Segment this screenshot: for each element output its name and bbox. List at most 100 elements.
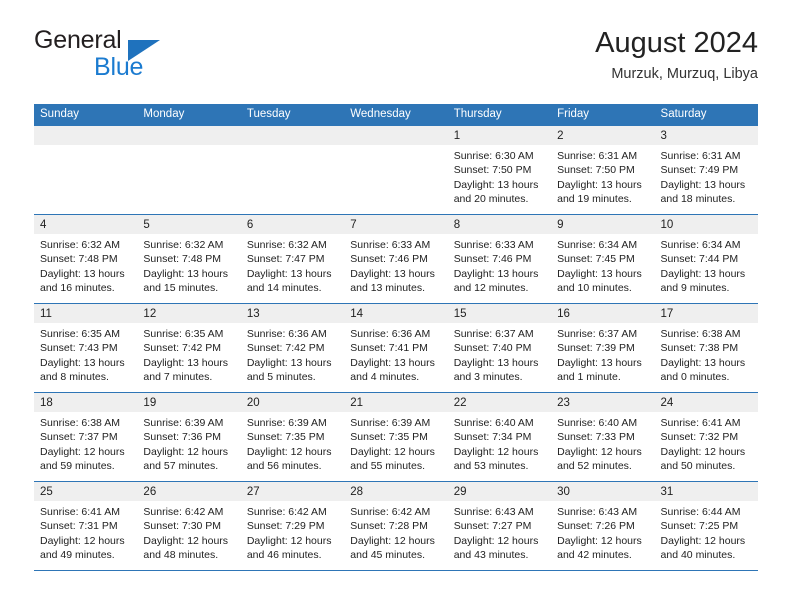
daylight-text-line1: Daylight: 13 hours <box>453 178 539 191</box>
calendar-week-row: 1 Sunrise: 6:30 AM Sunset: 7:50 PM Dayli… <box>34 125 758 214</box>
daylight-text-line2: and 19 minutes. <box>557 193 632 206</box>
day-details: Sunrise: 6:34 AM Sunset: 7:44 PM Dayligh… <box>655 234 758 296</box>
day-cell[interactable] <box>137 126 241 214</box>
sunset-text: Sunset: 7:34 PM <box>453 431 532 444</box>
day-details: Sunrise: 6:35 AM Sunset: 7:43 PM Dayligh… <box>34 323 137 385</box>
sunset-text: Sunset: 7:35 PM <box>246 431 325 444</box>
daylight-text-line1: Daylight: 13 hours <box>246 267 332 280</box>
weekday-header-saturday: Saturday <box>660 108 707 120</box>
day-cell[interactable]: 27 Sunrise: 6:42 AM Sunset: 7:29 PM Dayl… <box>240 482 345 570</box>
day-details: Sunrise: 6:32 AM Sunset: 7:47 PM Dayligh… <box>241 234 344 296</box>
day-cell[interactable]: 28 Sunrise: 6:42 AM Sunset: 7:28 PM Dayl… <box>344 482 448 570</box>
day-cell[interactable]: 25 Sunrise: 6:41 AM Sunset: 7:31 PM Dayl… <box>34 482 138 570</box>
page-subtitle: Murzuk, Murzuq, Libya <box>611 66 758 82</box>
sunset-text: Sunset: 7:37 PM <box>40 431 118 444</box>
daylight-text-line2: and 10 minutes. <box>557 282 632 295</box>
sunrise-text: Sunrise: 6:38 AM <box>40 417 120 429</box>
sunset-text: Sunset: 7:49 PM <box>660 164 739 177</box>
day-cell[interactable]: 9 Sunrise: 6:34 AM Sunset: 7:45 PM Dayli… <box>551 215 655 303</box>
daylight-text-line1: Daylight: 12 hours <box>660 534 746 547</box>
day-cell[interactable]: 19 Sunrise: 6:39 AM Sunset: 7:36 PM Dayl… <box>137 393 241 481</box>
day-details: Sunrise: 6:36 AM Sunset: 7:42 PM Dayligh… <box>241 323 344 385</box>
day-number: 11 <box>40 308 52 320</box>
sunrise-text: Sunrise: 6:40 AM <box>557 417 638 429</box>
day-cell[interactable]: 1 Sunrise: 6:30 AM Sunset: 7:50 PM Dayli… <box>447 126 552 214</box>
day-cell[interactable]: 18 Sunrise: 6:38 AM Sunset: 7:37 PM Dayl… <box>34 393 138 481</box>
day-cell[interactable]: 6 Sunrise: 6:32 AM Sunset: 7:47 PM Dayli… <box>240 215 345 303</box>
sunrise-text: Sunrise: 6:30 AM <box>453 150 534 162</box>
daylight-text-line2: and 50 minutes. <box>660 460 736 473</box>
day-cell[interactable]: 21 Sunrise: 6:39 AM Sunset: 7:35 PM Dayl… <box>344 393 448 481</box>
sunset-text: Sunset: 7:35 PM <box>350 431 428 444</box>
daylight-text-line1: Daylight: 12 hours <box>453 534 539 547</box>
day-cell[interactable]: 4 Sunrise: 6:32 AM Sunset: 7:48 PM Dayli… <box>34 215 138 303</box>
daylight-text-line1: Daylight: 12 hours <box>660 445 746 458</box>
day-cell[interactable]: 8 Sunrise: 6:33 AM Sunset: 7:46 PM Dayli… <box>447 215 552 303</box>
day-cell[interactable]: 3 Sunrise: 6:31 AM Sunset: 7:49 PM Dayli… <box>654 126 758 214</box>
sunrise-text: Sunrise: 6:36 AM <box>246 328 327 340</box>
daylight-text-line2: and 8 minutes. <box>40 371 109 384</box>
day-number: 1 <box>453 130 461 142</box>
calendar-grid: Sunday Monday Tuesday Wednesday Thursday… <box>34 104 758 571</box>
weekday-header-sunday: Sunday <box>40 108 80 120</box>
day-details: Sunrise: 6:37 AM Sunset: 7:40 PM Dayligh… <box>448 323 551 385</box>
brand-logo[interactable]: General Blue <box>34 26 274 88</box>
day-cell[interactable]: 31 Sunrise: 6:44 AM Sunset: 7:25 PM Dayl… <box>654 482 758 570</box>
day-number: 2 <box>557 130 564 142</box>
day-cell[interactable]: 24 Sunrise: 6:41 AM Sunset: 7:32 PM Dayl… <box>654 393 758 481</box>
day-cell[interactable]: 30 Sunrise: 6:43 AM Sunset: 7:26 PM Dayl… <box>551 482 655 570</box>
sunrise-text: Sunrise: 6:38 AM <box>660 328 741 340</box>
day-cell[interactable]: 5 Sunrise: 6:32 AM Sunset: 7:48 PM Dayli… <box>137 215 241 303</box>
day-details: Sunrise: 6:42 AM Sunset: 7:30 PM Dayligh… <box>137 501 240 563</box>
sunset-text: Sunset: 7:43 PM <box>40 342 118 355</box>
calendar-week-row: 25 Sunrise: 6:41 AM Sunset: 7:31 PM Dayl… <box>34 481 758 570</box>
day-header: 8 <box>447 215 552 234</box>
day-cell[interactable]: 20 Sunrise: 6:39 AM Sunset: 7:35 PM Dayl… <box>240 393 345 481</box>
daylight-text-line1: Daylight: 12 hours <box>350 534 435 547</box>
daylight-text-line1: Daylight: 13 hours <box>453 267 539 280</box>
sunset-text: Sunset: 7:39 PM <box>557 342 635 355</box>
sunset-text: Sunset: 7:29 PM <box>246 520 325 533</box>
daylight-text-line1: Daylight: 12 hours <box>246 445 332 458</box>
title-block: August 2024 Murzuk, Murzuq, Libya <box>595 26 758 84</box>
day-number: 23 <box>557 397 570 409</box>
day-cell[interactable]: 2 Sunrise: 6:31 AM Sunset: 7:50 PM Dayli… <box>551 126 655 214</box>
daylight-text-line1: Daylight: 13 hours <box>40 356 125 369</box>
sunset-text: Sunset: 7:36 PM <box>143 431 222 444</box>
sunrise-text: Sunrise: 6:32 AM <box>40 239 120 251</box>
day-cell[interactable]: 17 Sunrise: 6:38 AM Sunset: 7:38 PM Dayl… <box>654 304 758 392</box>
day-cell[interactable]: 11 Sunrise: 6:35 AM Sunset: 7:43 PM Dayl… <box>34 304 138 392</box>
day-number: 6 <box>246 219 254 231</box>
day-cell[interactable]: 26 Sunrise: 6:42 AM Sunset: 7:30 PM Dayl… <box>137 482 241 570</box>
day-header <box>34 126 138 145</box>
day-cell[interactable]: 13 Sunrise: 6:36 AM Sunset: 7:42 PM Dayl… <box>240 304 345 392</box>
daylight-text-line1: Daylight: 13 hours <box>143 267 229 280</box>
day-cell[interactable]: 29 Sunrise: 6:43 AM Sunset: 7:27 PM Dayl… <box>447 482 552 570</box>
daylight-text-line1: Daylight: 12 hours <box>40 445 125 458</box>
day-cell[interactable]: 14 Sunrise: 6:36 AM Sunset: 7:41 PM Dayl… <box>344 304 448 392</box>
day-header: 3 <box>654 126 758 145</box>
sunrise-text: Sunrise: 6:35 AM <box>143 328 224 340</box>
sunset-text: Sunset: 7:48 PM <box>40 253 118 266</box>
day-cell[interactable]: 15 Sunrise: 6:37 AM Sunset: 7:40 PM Dayl… <box>447 304 552 392</box>
day-cell[interactable]: 16 Sunrise: 6:37 AM Sunset: 7:39 PM Dayl… <box>551 304 655 392</box>
day-details <box>34 145 137 149</box>
day-number: 18 <box>40 397 53 409</box>
weekday-header-monday: Monday <box>143 108 185 120</box>
day-cell[interactable]: 10 Sunrise: 6:34 AM Sunset: 7:44 PM Dayl… <box>654 215 758 303</box>
daylight-text-line2: and 49 minutes. <box>40 549 115 562</box>
day-cell[interactable]: 23 Sunrise: 6:40 AM Sunset: 7:33 PM Dayl… <box>551 393 655 481</box>
day-cell[interactable]: 12 Sunrise: 6:35 AM Sunset: 7:42 PM Dayl… <box>137 304 241 392</box>
daylight-text-line1: Daylight: 13 hours <box>557 178 642 191</box>
day-header: 12 <box>137 304 241 323</box>
sunset-text: Sunset: 7:50 PM <box>557 164 635 177</box>
day-cell[interactable] <box>344 126 448 214</box>
day-cell[interactable]: 7 Sunrise: 6:33 AM Sunset: 7:46 PM Dayli… <box>344 215 448 303</box>
day-details: Sunrise: 6:30 AM Sunset: 7:50 PM Dayligh… <box>448 145 551 207</box>
day-cell[interactable]: 22 Sunrise: 6:40 AM Sunset: 7:34 PM Dayl… <box>447 393 552 481</box>
sunset-text: Sunset: 7:38 PM <box>660 342 739 355</box>
day-header: 26 <box>137 482 241 501</box>
day-cell[interactable] <box>240 126 345 214</box>
day-cell[interactable] <box>34 126 138 214</box>
brand-name-blue: Blue <box>94 53 144 81</box>
